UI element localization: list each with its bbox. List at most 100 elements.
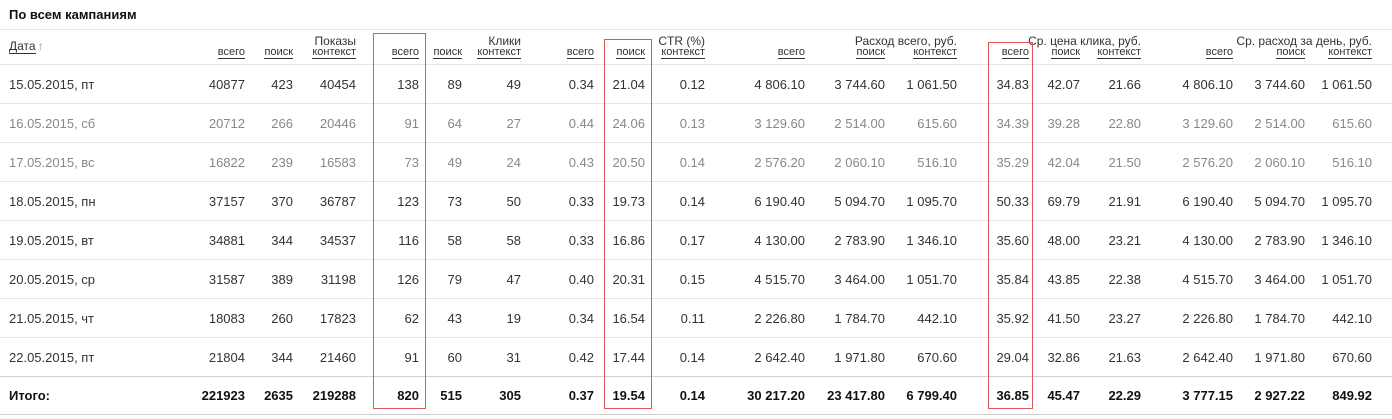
- column-header-cpc-search: поиск: [1031, 30, 1080, 64]
- cell-ctr-context: 0.11: [680, 310, 705, 326]
- cell-show-search: 389: [271, 271, 293, 287]
- column-header-clicks-total: всего: [359, 30, 419, 64]
- cell-clicks-search: 73: [447, 193, 462, 209]
- cell-ctr-search: 20.31: [612, 271, 645, 287]
- cell-day-context: 1 051.70: [1321, 271, 1372, 287]
- cell-cpc-total: 34.39: [996, 115, 1029, 131]
- cell-show-context: 16583: [319, 154, 356, 170]
- sort-link-show-context[interactable]: контекст: [312, 46, 356, 59]
- cell-clicks-total: 116: [398, 232, 419, 248]
- cell-show-search: 344: [271, 232, 293, 248]
- sort-link-day-total[interactable]: всего: [1205, 46, 1233, 59]
- table-row: 20.05.2015, ср 31587 389 31198 126 79 47 0.40 20…: [0, 259, 1392, 298]
- cell-show-search: 344: [271, 349, 293, 365]
- cell-cpc-search: 42.04: [1047, 154, 1080, 170]
- cell-show-total: 34881: [208, 232, 245, 248]
- cell-clicks-total: 126: [397, 271, 419, 287]
- cell-ctr-search: 19.73: [612, 193, 645, 209]
- cell-cpc-context: 23.27: [1108, 310, 1141, 326]
- cell-cpc-total: 29.04: [996, 349, 1029, 365]
- cell-cpc-total: 35.29: [996, 154, 1029, 170]
- cell-ctr-context: 0.17: [679, 232, 705, 248]
- totals-label: Итого:: [9, 388, 50, 403]
- total-day-search: 2 927.22: [1254, 388, 1305, 403]
- sort-link-day-context[interactable]: контекст: [1328, 46, 1372, 59]
- total-spend-total: 30 217.20: [747, 388, 805, 403]
- total-clicks-context: 305: [499, 388, 521, 403]
- sort-link-cpc-total[interactable]: всего: [1001, 46, 1029, 59]
- sort-link-spend-total[interactable]: всего: [777, 46, 805, 59]
- sort-link-clicks-total[interactable]: всего: [391, 46, 419, 59]
- total-clicks-total: 820: [397, 388, 419, 403]
- total-show-search: 2635: [264, 388, 293, 403]
- date-cell: 19.05.2015, вт: [9, 232, 94, 248]
- cell-spend-search: 2 514.00: [834, 115, 885, 131]
- cell-show-total: 18083: [208, 310, 245, 326]
- cell-show-total: 21804: [208, 349, 245, 365]
- date-column-header[interactable]: Дата ↑: [9, 39, 44, 54]
- cell-cpc-total: 34.83: [996, 76, 1029, 92]
- cell-clicks-context: 49: [506, 76, 521, 92]
- column-header-show-total: всего: [175, 30, 245, 64]
- sort-link-ctr-context[interactable]: контекст: [661, 46, 705, 59]
- cell-clicks-context: 27: [506, 115, 521, 131]
- cell-cpc-search: 69.79: [1047, 193, 1080, 209]
- sort-link-day-search[interactable]: поиск: [1276, 46, 1305, 59]
- sort-link-clicks-context[interactable]: контекст: [477, 46, 521, 59]
- total-show-context: 219288: [312, 388, 356, 403]
- cell-ctr-total: 0.40: [568, 271, 594, 287]
- cell-clicks-total: 138: [397, 76, 419, 92]
- sort-link-ctr-total[interactable]: всего: [566, 46, 594, 59]
- sort-link-cpc-context[interactable]: контекст: [1097, 46, 1141, 59]
- sort-link-show-search[interactable]: поиск: [264, 46, 293, 59]
- cell-day-context: 516.10: [1332, 154, 1372, 170]
- cell-ctr-search: 24.06: [612, 115, 645, 131]
- cell-spend-search: 3 744.60: [834, 76, 885, 92]
- sort-link-spend-context[interactable]: контекст: [913, 46, 957, 59]
- total-ctr-search: 19.54: [612, 388, 645, 403]
- table-row: 16.05.2015, сб 20712 266 20446 91 64 27 0.44 24.…: [0, 103, 1392, 142]
- cell-spend-total: 2 642.40: [754, 349, 805, 365]
- cell-spend-total: 6 190.40: [754, 193, 805, 209]
- cell-show-context: 34537: [319, 232, 356, 248]
- cell-clicks-search: 49: [447, 154, 462, 170]
- cell-clicks-search: 58: [447, 232, 462, 248]
- cell-cpc-search: 43.85: [1047, 271, 1080, 287]
- cell-spend-total: 2 226.80: [754, 310, 805, 326]
- cell-show-search: 260: [271, 310, 293, 326]
- cell-cpc-search: 48.00: [1047, 232, 1080, 248]
- date-cell: 21.05.2015, чт: [9, 310, 95, 326]
- cell-clicks-total: 62: [404, 310, 419, 326]
- total-spend-search: 23 417.80: [827, 388, 885, 403]
- cell-ctr-context: 0.14: [679, 349, 705, 365]
- total-cpc-search: 45.47: [1047, 388, 1080, 403]
- column-header-ctr-search: поиск: [597, 30, 645, 64]
- date-cell: 18.05.2015, пн: [9, 193, 96, 209]
- sort-link-spend-search[interactable]: поиск: [856, 46, 885, 59]
- cell-show-context: 20446: [319, 115, 356, 131]
- cell-day-context: 1 346.10: [1321, 232, 1372, 248]
- sort-link-show-total[interactable]: всего: [217, 46, 245, 59]
- cell-ctr-total: 0.42: [568, 349, 594, 365]
- cell-ctr-total: 0.34: [568, 310, 594, 326]
- date-sort-link[interactable]: Дата: [9, 39, 36, 54]
- sort-link-ctr-search[interactable]: поиск: [616, 46, 645, 59]
- cell-cpc-context: 22.38: [1108, 271, 1141, 287]
- column-header-day-context: контекст: [1307, 30, 1372, 64]
- cell-show-total: 40877: [208, 76, 245, 92]
- cell-ctr-total: 0.44: [568, 115, 594, 131]
- cell-day-search: 5 094.70: [1254, 193, 1305, 209]
- table-row: 15.05.2015, пт 40877 423 40454 138 89 49 0.34 21…: [0, 64, 1392, 103]
- column-header-spend-total: всего: [710, 30, 805, 64]
- cell-day-total: 2 642.40: [1182, 349, 1233, 365]
- total-day-context: 849.92: [1332, 388, 1372, 403]
- cell-day-search: 3 744.60: [1254, 76, 1305, 92]
- cell-clicks-search: 79: [447, 271, 462, 287]
- cell-spend-context: 442.10: [917, 310, 957, 326]
- page-title: По всем кампаниям: [9, 7, 137, 22]
- sort-link-clicks-search[interactable]: поиск: [433, 46, 462, 59]
- cell-show-total: 37157: [208, 193, 245, 209]
- sort-link-cpc-search[interactable]: поиск: [1051, 46, 1080, 59]
- total-ctr-context: 0.14: [679, 388, 705, 403]
- cell-ctr-search: 16.86: [612, 232, 645, 248]
